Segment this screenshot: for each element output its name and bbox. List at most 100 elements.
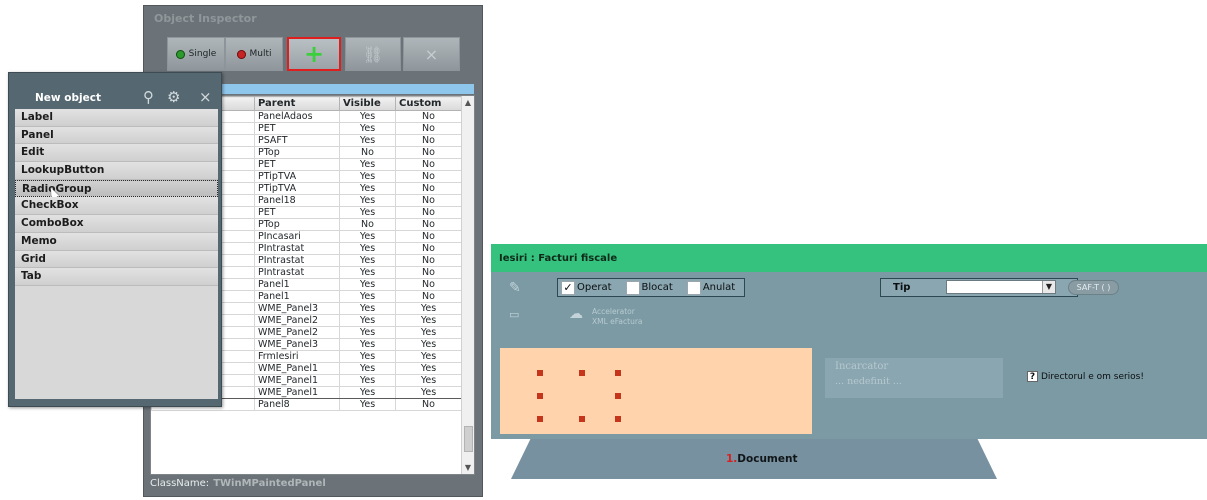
checkbox-operat[interactable]: ✓ Operat: [561, 280, 612, 295]
accelerator-link[interactable]: Accelerator XML eFactura: [592, 307, 643, 327]
link-button[interactable]: ⛓: [345, 37, 401, 71]
accelerator-line1: Accelerator: [592, 307, 635, 316]
visible-cell: Yes: [339, 242, 396, 255]
visible-cell: Yes: [339, 338, 396, 351]
visible-cell: Yes: [339, 170, 396, 183]
custom-cell: No: [395, 290, 462, 303]
custom-cell: No: [395, 158, 462, 171]
parent-cell: PTop: [254, 146, 340, 159]
grid-marker: [537, 416, 543, 422]
accelerator-line2: XML eFactura: [592, 317, 643, 326]
tab-document[interactable]: 1.Document: [511, 439, 997, 479]
multi-label: Multi: [249, 49, 272, 59]
custom-cell: Yes: [395, 338, 462, 351]
multi-mode-button[interactable]: Multi: [225, 37, 283, 71]
object-type-item[interactable]: Label: [15, 109, 218, 127]
object-type-item[interactable]: RadioGroup: [15, 179, 218, 199]
custom-cell: No: [395, 122, 462, 135]
tab-bar: 1.Document: [491, 439, 1207, 479]
parent-cell: Panel8: [254, 398, 340, 411]
visible-cell: Yes: [339, 350, 396, 363]
column-header[interactable]: Visible: [339, 96, 396, 111]
red-dot-icon: [236, 49, 246, 59]
single-mode-button[interactable]: Single: [167, 37, 225, 71]
custom-cell: Yes: [395, 350, 462, 363]
cloud-icon[interactable]: ☁: [569, 306, 583, 322]
delete-button[interactable]: ×: [403, 37, 460, 71]
tip-select[interactable]: ▼: [946, 280, 1056, 294]
parent-cell: WME_Panel2: [254, 314, 340, 327]
custom-cell: Yes: [395, 314, 462, 327]
single-label: Single: [188, 49, 217, 59]
panel-header: Iesiri : Facturi fiscale: [491, 244, 1207, 272]
incarcator-label: Incarcator: [835, 361, 889, 372]
parent-cell: WME_Panel1: [254, 386, 340, 399]
saft-button[interactable]: SAF-T ( ): [1068, 280, 1119, 295]
grid-marker: [579, 370, 585, 376]
visible-cell: Yes: [339, 134, 396, 147]
checkbox-anulat[interactable]: Anulat: [686, 280, 735, 295]
checkbox-blocat[interactable]: Blocat: [625, 280, 673, 295]
grid-marker: [537, 393, 543, 399]
question-icon: ?: [1027, 371, 1038, 382]
tab-document-label: 1.Document: [726, 453, 798, 465]
visible-cell: Yes: [339, 314, 396, 327]
custom-cell: No: [395, 230, 462, 243]
design-panel[interactable]: [500, 348, 812, 434]
column-header[interactable]: Custom: [395, 96, 462, 111]
green-dot-icon: [175, 49, 185, 59]
custom-cell: No: [395, 170, 462, 183]
object-type-item[interactable]: Edit: [15, 144, 218, 163]
object-type-item[interactable]: Tab: [15, 268, 218, 286]
visible-cell: No: [339, 146, 396, 159]
object-type-item[interactable]: Grid: [15, 250, 218, 269]
visible-cell: Yes: [339, 122, 396, 135]
print-icon[interactable]: ▭: [509, 308, 519, 321]
visible-cell: Yes: [339, 230, 396, 243]
scroll-down-icon[interactable]: ▼: [462, 461, 474, 474]
status-checkbox-group: ✓ Operat Blocat Anulat: [557, 278, 745, 297]
checkmark-icon[interactable]: ✓: [561, 280, 575, 295]
add-object-button[interactable]: +: [287, 37, 341, 71]
visible-cell: Yes: [339, 110, 396, 123]
grid-marker: [579, 416, 585, 422]
close-icon[interactable]: ×: [199, 88, 212, 106]
help-note[interactable]: ? Directorul e om serios!: [1027, 371, 1144, 382]
checkbox-box[interactable]: [686, 280, 701, 295]
parent-cell: PIntrastat: [254, 254, 340, 267]
object-type-item[interactable]: Memo: [15, 232, 218, 251]
parent-cell: WME_Panel3: [254, 338, 340, 351]
custom-cell: No: [395, 146, 462, 159]
link-icon: ⛓: [362, 44, 384, 64]
custom-cell: Yes: [395, 386, 462, 399]
parent-cell: PanelAdaos: [254, 110, 340, 123]
checkbox-box[interactable]: [625, 280, 640, 295]
classname-label: ClassName:: [150, 478, 210, 489]
edit-document-icon[interactable]: ✎: [509, 280, 521, 296]
chevron-down-icon[interactable]: ▼: [1042, 281, 1055, 293]
plus-icon: +: [303, 40, 325, 68]
parent-cell: PIntrastat: [254, 266, 340, 279]
parent-cell: WME_Panel1: [254, 362, 340, 375]
visible-cell: Yes: [339, 182, 396, 195]
search-settings-icon[interactable]: ⚙: [167, 88, 180, 106]
column-header[interactable]: Parent: [254, 96, 340, 111]
object-type-item[interactable]: LookupButton: [15, 162, 218, 180]
custom-cell: No: [395, 206, 462, 219]
custom-cell: No: [395, 242, 462, 255]
scroll-thumb[interactable]: [464, 426, 473, 452]
object-type-item[interactable]: CheckBox: [15, 197, 218, 216]
scroll-up-icon[interactable]: ▲: [462, 96, 474, 109]
visible-cell: Yes: [339, 278, 396, 291]
new-object-popup: New object ⚲ ⚙ × Label Panel Edit LookupBut…: [8, 72, 222, 407]
parent-cell: Panel1: [254, 278, 340, 291]
search-icon[interactable]: ⚲: [143, 88, 154, 106]
custom-cell: No: [395, 266, 462, 279]
vertical-scrollbar[interactable]: ▲ ▼: [461, 96, 474, 474]
help-text: Directorul e om serios!: [1041, 371, 1144, 382]
object-type-item[interactable]: ComboBox: [15, 215, 218, 233]
object-type-item[interactable]: Panel: [15, 126, 218, 145]
custom-cell: No: [395, 398, 462, 411]
parent-cell: PIncasari: [254, 230, 340, 243]
parent-cell: PTipTVA: [254, 182, 340, 195]
